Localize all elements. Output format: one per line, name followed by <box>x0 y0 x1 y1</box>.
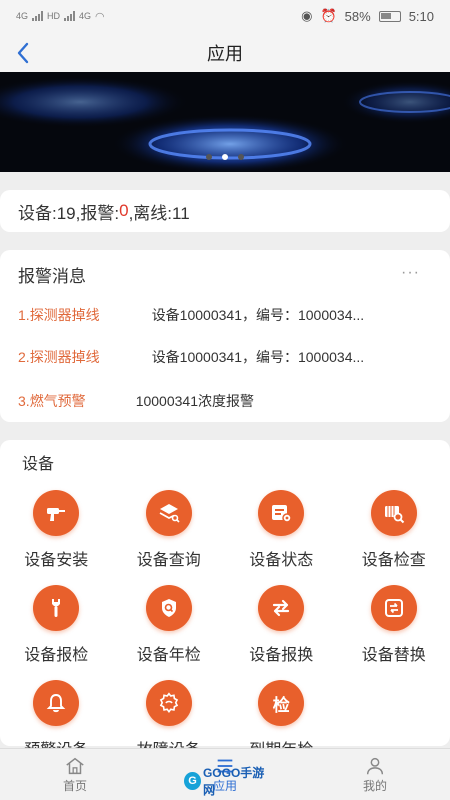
grid-item-label: 设备状态 <box>249 552 314 569</box>
swap-arrows-icon <box>258 585 305 631</box>
tab-home[interactable]: 首页 <box>0 749 150 800</box>
tab-mine[interactable]: 我的 <box>300 749 450 800</box>
status-bar-right: ◉ ⏰ 58% 5:10 <box>301 8 434 24</box>
tab-label: 我的 <box>362 779 387 793</box>
text-icon: 检 <box>258 680 305 726</box>
grid-item-label: 设备查询 <box>136 552 201 569</box>
watermark: G GOGO手游网 <box>184 766 272 797</box>
alarm-section-title: 报警消息 <box>18 267 86 286</box>
inspect-icon <box>370 490 417 536</box>
device-report-inspect-button[interactable]: 设备报检 <box>0 585 113 680</box>
alarm-item[interactable]: 1. 探测器掉线 设备10000341，编号：1000034... <box>18 303 438 327</box>
alarm-clock-icon: ⏰ <box>320 8 337 23</box>
grid-item-label: 设备检查 <box>361 552 426 569</box>
summary-suffix: ,离线:11 <box>128 203 190 223</box>
network-tag: 4G <box>16 11 29 21</box>
device-query-button[interactable]: 设备查询 <box>113 490 226 585</box>
status-bar-left: 4G HD 4G ◠ <box>16 10 105 23</box>
user-icon <box>366 757 384 775</box>
alarm-type: 探测器掉线 <box>29 307 100 323</box>
device-install-button[interactable]: 设备安装 <box>0 490 113 585</box>
carousel-dots <box>0 154 450 160</box>
alarm-index: 2. <box>18 349 30 365</box>
device-inspect-button[interactable]: 设备检查 <box>338 490 450 585</box>
layers-search-icon <box>145 490 192 536</box>
signal-icon <box>32 11 44 21</box>
grid-item-label: 设备替换 <box>361 647 426 664</box>
clock: 5:10 <box>408 8 434 24</box>
battery-icon <box>378 10 401 22</box>
eye-icon: ◉ <box>301 8 313 23</box>
shield-search-icon <box>145 585 192 631</box>
carousel-dot[interactable] <box>206 154 212 160</box>
device-status-button[interactable]: 设备状态 <box>225 490 338 585</box>
device-annual-inspect-button[interactable]: 设备年检 <box>113 585 226 680</box>
device-replace-button[interactable]: 设备替换 <box>338 585 450 680</box>
alarm-desc: 10000341浓度报警 <box>135 393 254 409</box>
wrench-icon <box>33 585 80 631</box>
icon-text: 检 <box>272 695 290 715</box>
watermark-logo-icon: G <box>184 772 201 790</box>
banner-carousel[interactable] <box>0 72 450 172</box>
signal-icon <box>64 11 76 21</box>
nav-bar: 应用 <box>0 32 450 72</box>
alarm-item[interactable]: 3. 燃气预警 10000341浓度报警 <box>18 389 438 413</box>
grid-item-label: 设备年检 <box>136 647 201 664</box>
device-summary: 设备:19,报警: 0 ,离线:11 <box>0 190 450 232</box>
network-tag: 4G <box>79 11 92 21</box>
network-tag: HD <box>47 11 61 21</box>
grid-item-label: 设备安装 <box>24 552 89 569</box>
device-report-swap-button[interactable]: 设备报换 <box>225 585 338 680</box>
device-grid: 设备安装 设备查询 设备状态 设备检查 设备报检 设备年检 设备报换 设备替换 … <box>0 490 450 775</box>
more-button[interactable]: ··· <box>401 264 420 282</box>
carousel-dot[interactable] <box>238 154 244 160</box>
alarm-type: 燃气预警 <box>29 393 86 409</box>
alarm-desc: 设备10000341，编号：1000034... <box>151 349 365 365</box>
alarm-type: 探测器掉线 <box>29 349 100 365</box>
gear-icon <box>145 680 192 726</box>
device-section: 设备 设备安装 设备查询 设备状态 设备检查 设备报检 设备年检 设备报换 设备… <box>0 440 450 759</box>
alarm-count: 0 <box>119 201 129 220</box>
status-bar: 4G HD 4G ◠ ◉ ⏰ 58% 5:10 <box>0 0 450 32</box>
device-section-title: 设备 <box>22 456 55 473</box>
replace-icon <box>370 585 417 631</box>
tab-label: 首页 <box>62 779 87 793</box>
alarm-item[interactable]: 2. 探测器掉线 设备10000341，编号：1000034... <box>18 345 438 369</box>
page-title: 应用 <box>207 44 243 64</box>
carousel-dot-active[interactable] <box>222 154 228 160</box>
grid-item-label: 设备报检 <box>24 647 89 664</box>
alarm-index: 3. <box>18 393 30 409</box>
battery-percent: 58% <box>344 8 371 24</box>
device-status-icon <box>258 490 305 536</box>
alarm-desc: 设备10000341，编号：1000034... <box>151 307 365 323</box>
drill-icon <box>33 490 80 536</box>
bell-icon <box>33 680 80 726</box>
summary-prefix: 设备:19,报警: <box>18 203 120 223</box>
alarm-index: 1. <box>18 307 30 323</box>
wifi-icon: ◠ <box>95 10 105 23</box>
watermark-text: GOGO手游网 <box>202 766 265 797</box>
grid-item-label: 设备报换 <box>249 647 314 664</box>
home-icon <box>66 757 84 775</box>
